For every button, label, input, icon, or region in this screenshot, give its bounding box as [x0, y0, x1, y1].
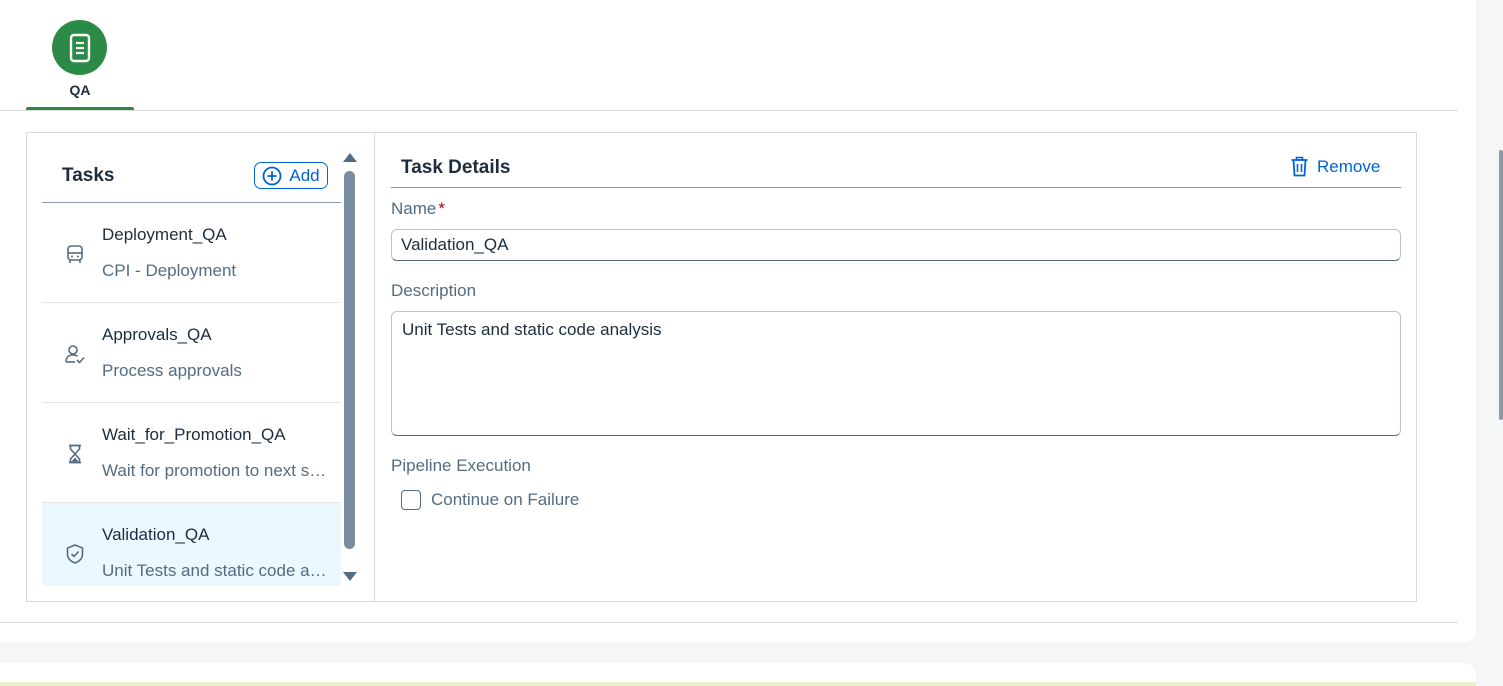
- scroll-up-arrow-icon[interactable]: [343, 153, 357, 162]
- user-check-icon: [65, 345, 85, 364]
- task-item-validation-qa[interactable]: Validation_QA Unit Tests and static code…: [42, 503, 341, 586]
- task-description: CPI - Deployment: [102, 261, 237, 280]
- bus-icon: [67, 245, 83, 263]
- section-divider: [0, 622, 1458, 623]
- hourglass-icon: [69, 444, 81, 464]
- task-description: Wait for promotion to next stage: [102, 461, 327, 480]
- pipeline-card: QA Tasks Add Deployment_QA CPI - Deploym…: [0, 0, 1476, 642]
- document-icon: [69, 33, 90, 62]
- trash-icon: [1291, 156, 1308, 177]
- task-description: Unit Tests and static code analysis: [102, 561, 327, 580]
- add-circle-icon: [262, 166, 282, 185]
- continue-on-failure-checkbox[interactable]: [401, 490, 421, 510]
- name-label-text: Name: [391, 199, 437, 218]
- task-name: Wait_for_Promotion_QA: [102, 425, 286, 444]
- pipeline-execution-label: Pipeline Execution: [391, 456, 531, 475]
- task-name: Validation_QA: [102, 525, 210, 544]
- task-details-title: Task Details: [401, 157, 511, 178]
- task-editor-panel: Tasks Add Deployment_QA CPI - Deployment…: [26, 132, 1417, 602]
- continue-on-failure-label: Continue on Failure: [431, 490, 580, 509]
- tasks-title: Tasks: [62, 165, 115, 186]
- header-divider: [0, 110, 1458, 111]
- task-item-approvals-qa[interactable]: Approvals_QA Process approvals: [42, 303, 341, 403]
- task-details-pane: Task Details Remove Name* Description Un…: [376, 133, 1416, 601]
- scroll-down-arrow-icon[interactable]: [343, 572, 357, 581]
- details-divider: [391, 187, 1401, 188]
- shield-check-icon: [66, 544, 84, 564]
- remove-button-label: Remove: [1317, 156, 1381, 176]
- bottom-strip: [0, 682, 1476, 686]
- task-name-input[interactable]: [391, 229, 1401, 261]
- required-marker: *: [438, 199, 445, 218]
- name-field-label: Name *: [391, 199, 445, 219]
- task-description: Process approvals: [102, 361, 242, 380]
- task-description-textarea[interactable]: Unit Tests and static code analysis: [391, 311, 1401, 436]
- page-scrollbar[interactable]: [1499, 150, 1503, 420]
- description-field-label: Description: [391, 281, 477, 300]
- remove-task-button[interactable]: Remove: [1290, 156, 1380, 177]
- stage-tab-qa[interactable]: QA: [26, 18, 134, 112]
- stage-label: QA: [69, 82, 91, 98]
- add-task-button[interactable]: Add: [254, 162, 328, 189]
- task-name: Approvals_QA: [102, 325, 212, 344]
- task-name: Deployment_QA: [102, 225, 227, 244]
- add-button-label: Add: [289, 165, 320, 185]
- continue-on-failure-row: Continue on Failure: [401, 490, 579, 510]
- stage-icon-circle: [52, 20, 107, 75]
- tasks-list-pane: Tasks Add Deployment_QA CPI - Deployment…: [27, 133, 375, 601]
- task-item-deployment-qa[interactable]: Deployment_QA CPI - Deployment: [42, 203, 341, 303]
- task-item-wait-for-promotion-qa[interactable]: Wait_for_Promotion_QA Wait for promotion…: [42, 403, 341, 503]
- task-list: Deployment_QA CPI - Deployment Approvals…: [42, 203, 341, 586]
- task-list-scrollbar[interactable]: [344, 171, 355, 549]
